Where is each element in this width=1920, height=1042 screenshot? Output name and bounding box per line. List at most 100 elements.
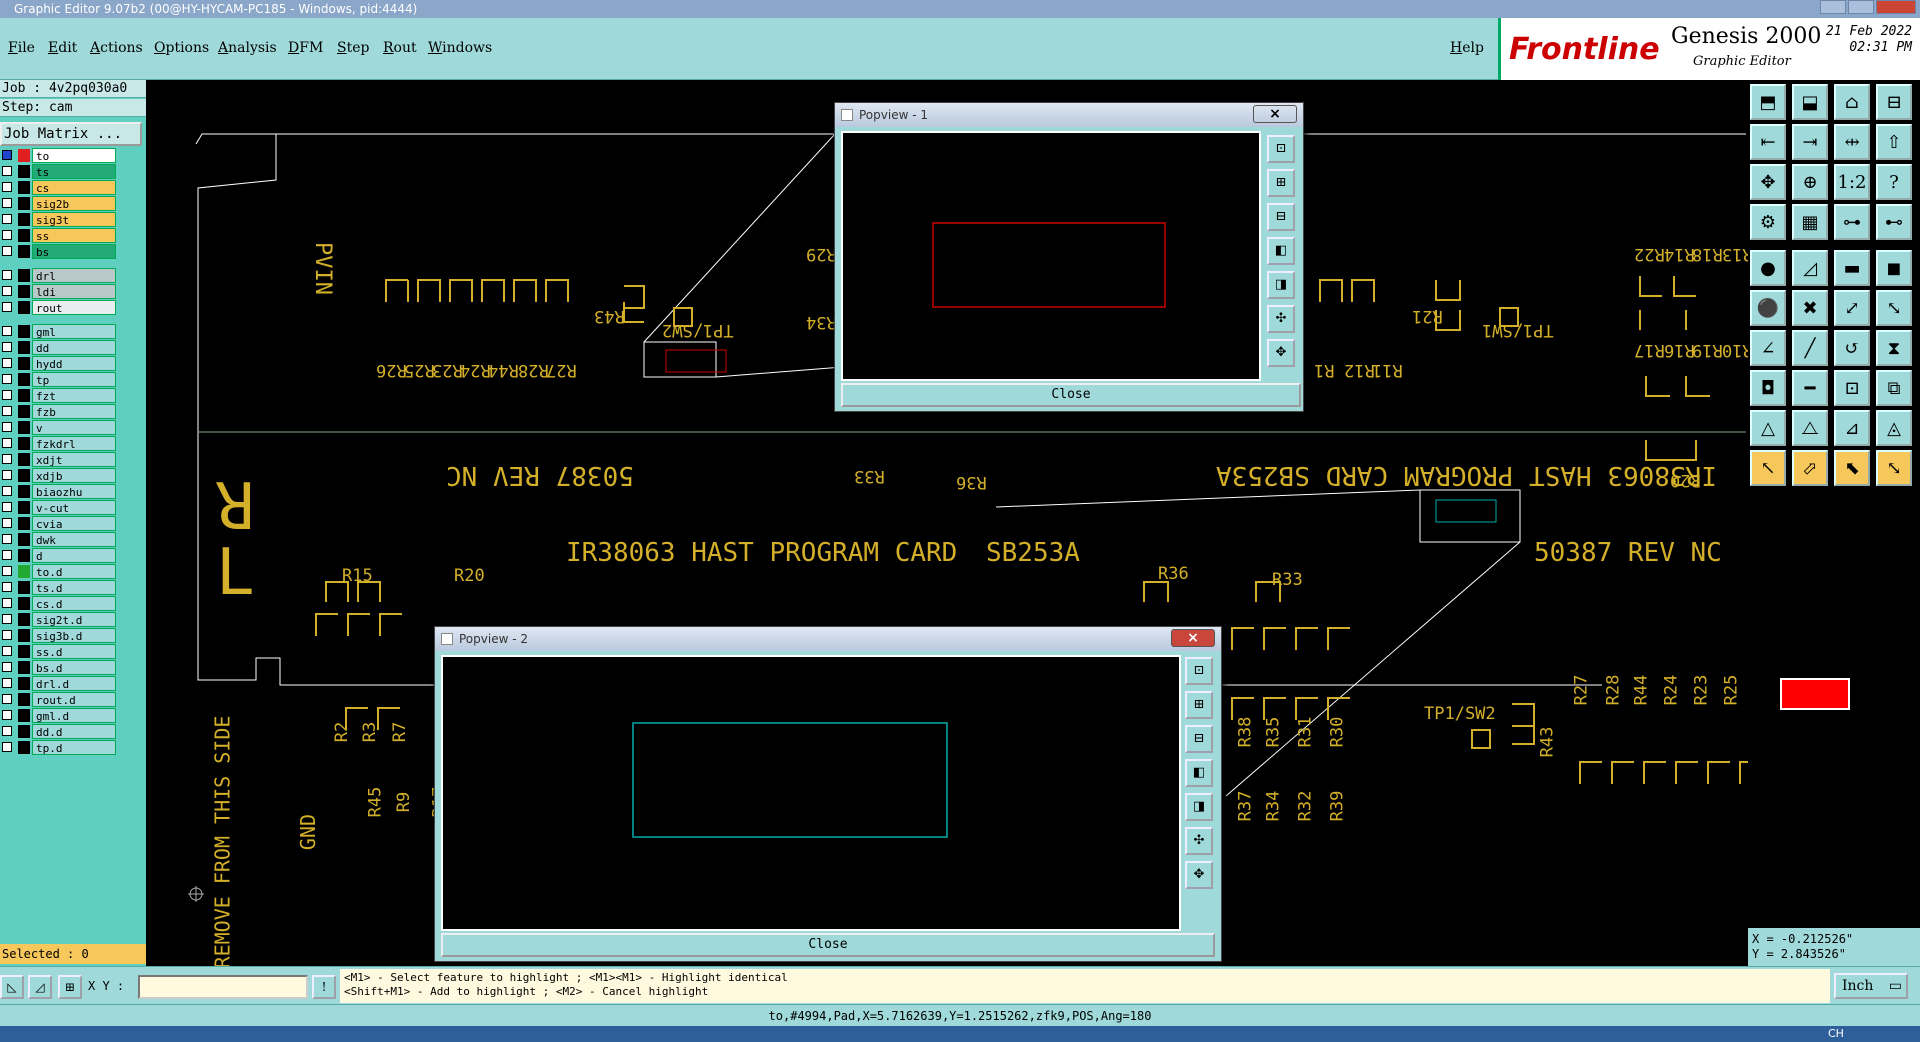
- layer-checkbox[interactable]: [2, 470, 12, 480]
- layer-swatch[interactable]: [18, 405, 30, 418]
- layer-checkbox[interactable]: [2, 630, 12, 640]
- layer-checkbox[interactable]: [2, 710, 12, 720]
- layer-name[interactable]: cs.d: [32, 596, 116, 611]
- popview-zoom-in-button[interactable]: ⊞: [1185, 691, 1213, 719]
- layer-checkbox[interactable]: [2, 230, 12, 240]
- dot-icon[interactable]: ⚫: [1750, 290, 1786, 326]
- menu-rout[interactable]: Rout: [383, 40, 417, 56]
- layer-name[interactable]: cvia: [32, 516, 116, 531]
- filter-icon[interactable]: ⧗: [1876, 330, 1912, 366]
- layer-name[interactable]: ss: [32, 228, 116, 243]
- layer-swatch[interactable]: [18, 165, 30, 178]
- pointer-icon[interactable]: ↖: [1750, 450, 1786, 486]
- layer-row-sig3t[interactable]: sig3t: [2, 212, 116, 227]
- layer-checkbox[interactable]: [2, 726, 12, 736]
- pad-icon[interactable]: ●: [1750, 250, 1786, 286]
- close-window-button[interactable]: [1876, 0, 1916, 14]
- layer-swatch[interactable]: [18, 549, 30, 562]
- layer-checkbox[interactable]: [2, 518, 12, 528]
- layer-name[interactable]: rout: [32, 300, 116, 315]
- layer-name[interactable]: cs: [32, 180, 116, 195]
- zoom-in-icon[interactable]: ⊕: [1792, 164, 1828, 200]
- popview-zoom-home-button[interactable]: ⊡: [1185, 657, 1213, 685]
- layer-checkbox[interactable]: [2, 270, 12, 280]
- layer-name[interactable]: fzb: [32, 404, 116, 419]
- popview-pan-left-button[interactable]: ◧: [1185, 759, 1213, 787]
- popview-zoom-out-button[interactable]: ⊟: [1267, 203, 1295, 231]
- layer-name[interactable]: drl: [32, 268, 116, 283]
- layer-checkbox[interactable]: [2, 662, 12, 672]
- layer-row-bs[interactable]: bs: [2, 244, 116, 259]
- measure-b-icon[interactable]: ⊷: [1876, 204, 1912, 240]
- triangle-icon[interactable]: △: [1750, 410, 1786, 446]
- layer-name[interactable]: dwk: [32, 532, 116, 547]
- arrow-b-icon[interactable]: ⬉: [1834, 450, 1870, 486]
- layer-checkbox[interactable]: [2, 534, 12, 544]
- layer-swatch[interactable]: [18, 677, 30, 690]
- grid-icon[interactable]: ▦: [1792, 204, 1828, 240]
- copy-icon[interactable]: ⧉: [1876, 370, 1912, 406]
- measure-a-icon[interactable]: ⊶: [1834, 204, 1870, 240]
- layer-name[interactable]: gml: [32, 324, 116, 339]
- angle-icon[interactable]: ∠: [1750, 330, 1786, 366]
- layer-name[interactable]: xdjb: [32, 468, 116, 483]
- menu-step[interactable]: Step: [337, 40, 369, 56]
- layer-checkbox[interactable]: [2, 390, 12, 400]
- layer-row-ts[interactable]: ts: [2, 164, 116, 179]
- layer-row-cvia[interactable]: cvia: [2, 516, 116, 531]
- layer-checkbox[interactable]: [2, 646, 12, 656]
- layer-checkbox[interactable]: [2, 582, 12, 592]
- layer-name[interactable]: dd: [32, 340, 116, 355]
- layer-name[interactable]: to.d: [32, 564, 116, 579]
- layer-row-dwk[interactable]: dwk: [2, 532, 116, 547]
- layer-swatch[interactable]: [18, 245, 30, 258]
- mirror-icon[interactable]: ⧍: [1792, 410, 1828, 446]
- layer-checkbox[interactable]: [2, 326, 12, 336]
- popview-2-titlebar[interactable]: Popview - 2 ×: [435, 627, 1221, 651]
- slash-icon[interactable]: ╱: [1792, 330, 1828, 366]
- popview-zoom-in-button[interactable]: ⊞: [1267, 169, 1295, 197]
- layer-swatch[interactable]: [18, 325, 30, 338]
- layer-row-to[interactable]: to: [2, 148, 116, 163]
- layer-name[interactable]: sig3b.d: [32, 628, 116, 643]
- layer-swatch[interactable]: [18, 693, 30, 706]
- layer-row-rout-d[interactable]: rout.d: [2, 692, 116, 707]
- layer-row-ss-d[interactable]: ss.d: [2, 644, 116, 659]
- layer-checkbox[interactable]: [2, 598, 12, 608]
- menu-edit[interactable]: Edit: [48, 40, 77, 56]
- layer-swatch[interactable]: [18, 741, 30, 754]
- maximize-button[interactable]: [1848, 0, 1874, 14]
- layer-row-fzt[interactable]: fzt: [2, 388, 116, 403]
- layer-name[interactable]: ss.d: [32, 644, 116, 659]
- bar-icon[interactable]: ━: [1792, 370, 1828, 406]
- layer-row-bs-d[interactable]: bs.d: [2, 660, 116, 675]
- layer-swatch[interactable]: [18, 469, 30, 482]
- layer-swatch[interactable]: [18, 357, 30, 370]
- layer-checkbox[interactable]: [2, 406, 12, 416]
- layer-swatch[interactable]: [18, 269, 30, 282]
- units-selector[interactable]: Inch ▭: [1834, 973, 1908, 999]
- popview-center-button[interactable]: ✥: [1267, 339, 1295, 367]
- layer-checkbox[interactable]: [2, 678, 12, 688]
- layer-swatch[interactable]: [18, 149, 30, 162]
- layer-up-icon[interactable]: ⬒: [1750, 84, 1786, 120]
- popview-fit-button[interactable]: ✣: [1185, 827, 1213, 855]
- layer-name[interactable]: v: [32, 420, 116, 435]
- layer-swatch[interactable]: [18, 437, 30, 450]
- layer-checkbox[interactable]: [2, 502, 12, 512]
- layer-row-d[interactable]: d: [2, 548, 116, 563]
- layer-swatch[interactable]: [18, 661, 30, 674]
- layer-checkbox[interactable]: [2, 374, 12, 384]
- layer-name[interactable]: v-cut: [32, 500, 116, 515]
- layer-row-drl[interactable]: drl: [2, 268, 116, 283]
- layer-swatch[interactable]: [18, 613, 30, 626]
- layer-name[interactable]: rout.d: [32, 692, 116, 707]
- layer-swatch[interactable]: [18, 645, 30, 658]
- layer-swatch[interactable]: [18, 501, 30, 514]
- popview-1-close-button[interactable]: Close: [841, 383, 1301, 407]
- layer-row-sig2b[interactable]: sig2b: [2, 196, 116, 211]
- layer-row-drl-d[interactable]: drl.d: [2, 676, 116, 691]
- menu-options[interactable]: Options: [154, 40, 209, 56]
- xy-input[interactable]: [138, 975, 308, 999]
- layer-name[interactable]: sig3t: [32, 212, 116, 227]
